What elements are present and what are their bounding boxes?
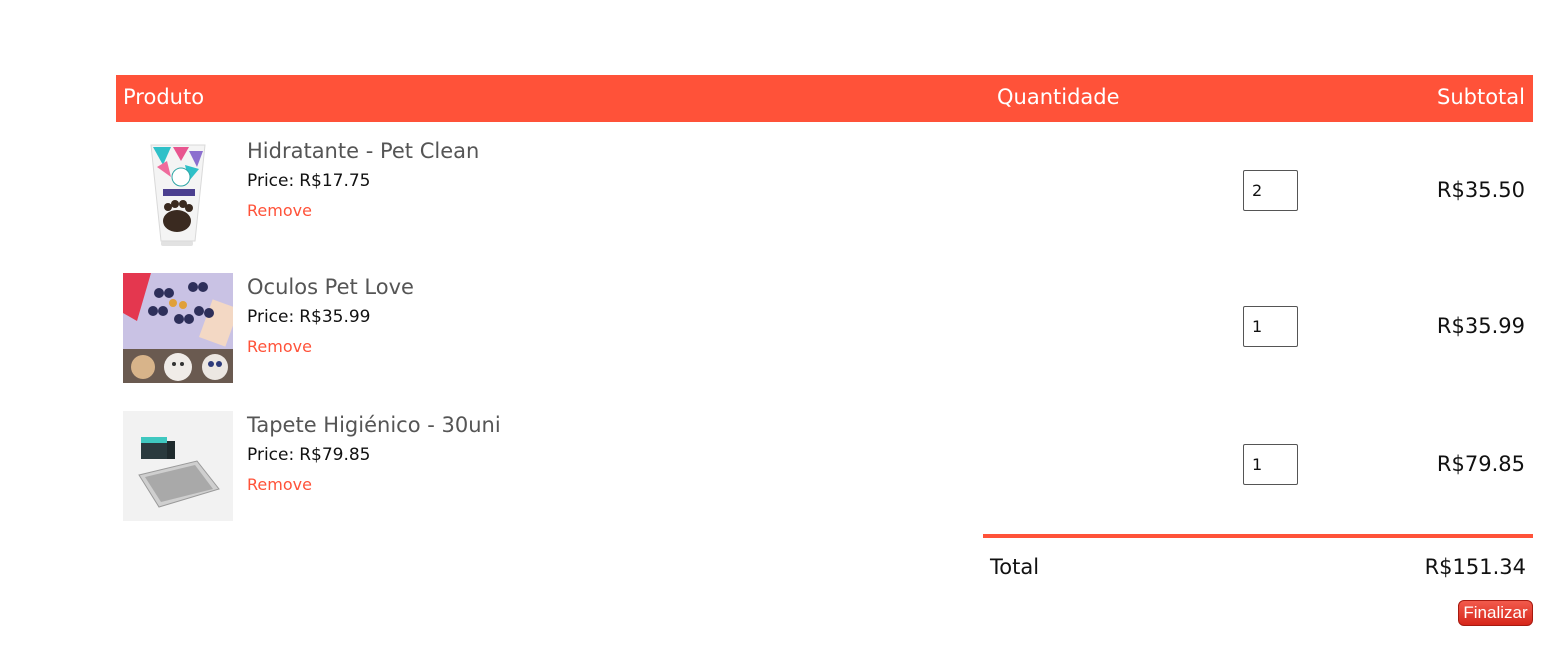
total-label: Total xyxy=(990,555,1040,579)
product-price: Price: R$79.85 xyxy=(247,445,501,465)
total-divider xyxy=(983,534,1533,538)
price-value: R$35.99 xyxy=(299,307,371,327)
row-subtotal: R$79.85 xyxy=(1436,452,1525,476)
cart-row: Tapete Higiénico - 30uni Price: R$79.85 R… xyxy=(116,411,1533,523)
price-value: R$17.75 xyxy=(299,171,371,191)
checkout-button[interactable]: Finalizar xyxy=(1458,600,1533,626)
row-subtotal: R$35.99 xyxy=(1436,314,1525,338)
pet-sunglasses-image xyxy=(123,273,233,383)
product-info: Hidratante - Pet Clean Price: R$17.75 Rem… xyxy=(247,139,479,220)
cart-row: Oculos Pet Love Price:R$35.99 Remove R$3… xyxy=(116,273,1533,385)
cart-row: Hidratante - Pet Clean Price: R$17.75 Rem… xyxy=(116,137,1533,249)
product-name: Tapete Higiénico - 30uni xyxy=(247,413,501,437)
total-value: R$151.34 xyxy=(1424,555,1526,579)
price-label: Price: xyxy=(247,445,295,465)
product-info: Oculos Pet Love Price: R$35.99 Remove xyxy=(247,275,414,356)
remove-link[interactable]: Remove xyxy=(247,475,312,494)
remove-link[interactable]: Remove xyxy=(247,201,312,220)
cart-table-header: Produto Quantidade Subtotal xyxy=(116,75,1533,122)
hygienic-pad-image xyxy=(123,411,233,521)
product-name: Hidratante - Pet Clean xyxy=(247,139,480,163)
quantity-input[interactable] xyxy=(1243,444,1298,485)
header-product: Produto xyxy=(123,85,205,109)
quantity-input[interactable] xyxy=(1243,170,1298,211)
price-label: Price: xyxy=(247,171,295,191)
price-label: Price: xyxy=(247,307,295,327)
row-subtotal: R$35.50 xyxy=(1436,178,1525,202)
product-price: Price: R$17.75 xyxy=(247,171,479,191)
moisturizer-tube-image xyxy=(123,137,233,247)
price-value: R$79.85 xyxy=(299,445,371,465)
product-name: Oculos Pet Love xyxy=(247,275,414,299)
header-quantity: Quantidade xyxy=(997,85,1120,109)
product-info: Tapete Higiénico - 30uni Price: R$79.85 R… xyxy=(247,413,501,494)
quantity-input[interactable] xyxy=(1243,306,1298,347)
header-subtotal: Subtotal xyxy=(1437,85,1525,109)
product-price: Price: R$35.99 xyxy=(247,307,414,327)
remove-link[interactable]: Remove xyxy=(247,337,312,356)
